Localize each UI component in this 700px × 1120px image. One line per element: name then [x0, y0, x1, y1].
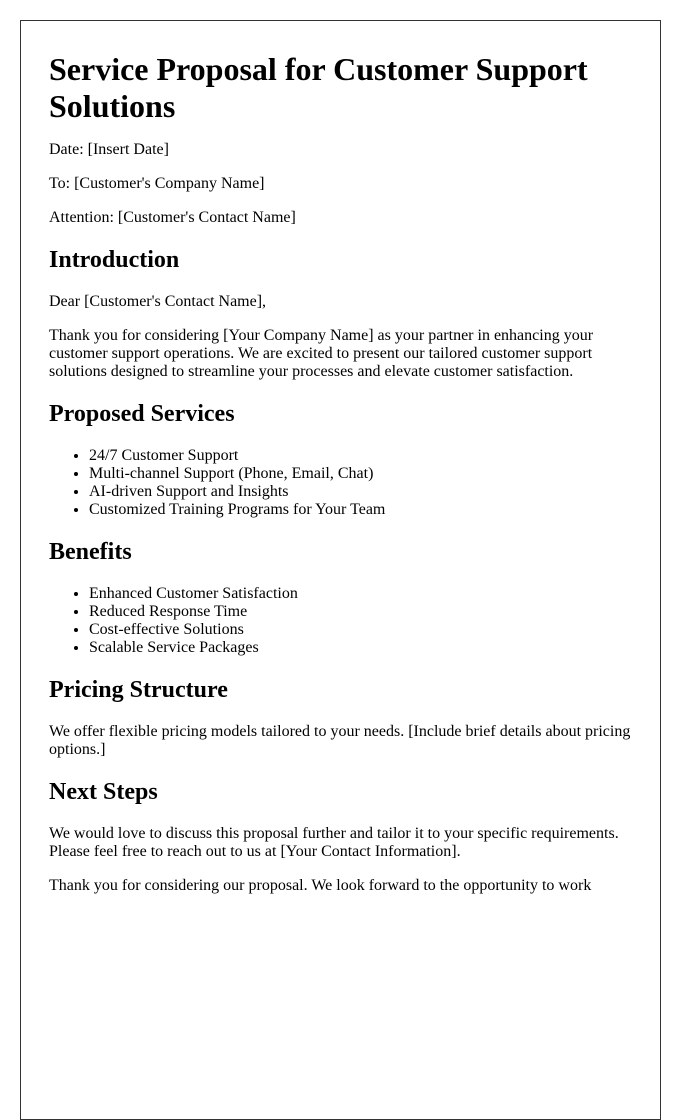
- document-title: Service Proposal for Customer Support So…: [49, 51, 588, 124]
- list-item: AI-driven Support and Insights: [89, 483, 632, 501]
- list-item: Reduced Response Time: [89, 603, 632, 621]
- list-item: Multi-channel Support (Phone, Email, Cha…: [89, 465, 632, 483]
- next-steps-body: We would love to discuss this proposal f…: [49, 825, 619, 860]
- pricing-body: We offer flexible pricing models tailore…: [49, 723, 631, 758]
- attention-line: Attention: [Customer's Contact Name]: [49, 209, 296, 226]
- recipient-line: To: [Customer's Company Name]: [49, 175, 265, 192]
- list-item: Enhanced Customer Satisfaction: [89, 585, 632, 603]
- proposal-document: Service Proposal for Customer Support So…: [20, 20, 661, 1120]
- list-item: 24/7 Customer Support: [89, 447, 632, 465]
- next-steps-heading: Next Steps: [49, 779, 158, 805]
- proposed-services-list: 24/7 Customer Support Multi-channel Supp…: [49, 447, 632, 519]
- date-line: Date: [Insert Date]: [49, 141, 169, 158]
- benefits-list: Enhanced Customer Satisfaction Reduced R…: [49, 585, 632, 657]
- proposed-services-heading: Proposed Services: [49, 401, 235, 427]
- closing-paragraph: Thank you for considering our proposal. …: [49, 877, 592, 894]
- benefits-heading: Benefits: [49, 539, 132, 565]
- list-item: Scalable Service Packages: [89, 639, 632, 657]
- introduction-heading: Introduction: [49, 247, 180, 273]
- greeting: Dear [Customer's Contact Name],: [49, 293, 267, 310]
- pricing-heading: Pricing Structure: [49, 677, 228, 703]
- introduction-body: Thank you for considering [Your Company …: [49, 327, 594, 380]
- list-item: Cost-effective Solutions: [89, 621, 632, 639]
- list-item: Customized Training Programs for Your Te…: [89, 501, 632, 519]
